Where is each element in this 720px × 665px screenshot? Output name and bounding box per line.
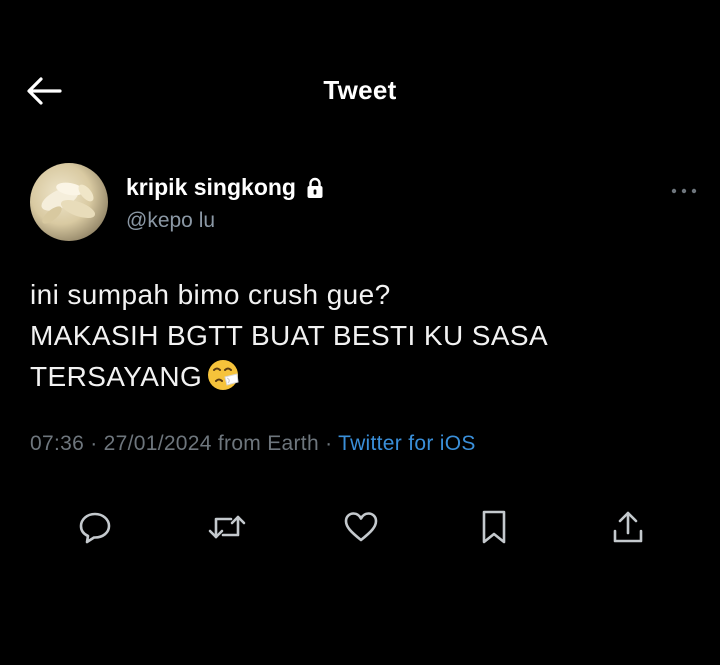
tweet-line: ini sumpah bimo crush gue? [30,279,391,310]
bookmark-icon [482,510,506,544]
page-title: Tweet [323,75,397,105]
more-horizontal-icon [671,188,697,194]
meta-separator: · [90,432,98,455]
sneezing-face-emoji-icon [206,358,240,403]
share-icon [613,511,643,543]
avatar-image [41,182,96,224]
author-name-link[interactable]: kripik singkong [126,174,324,201]
tweet-line: MAKASIH BGTT BUAT BESTI KU SASA [30,320,549,351]
tweet-meta: 07:36 · 27/01/2024 from Earth · Twitter … [30,432,476,456]
tweet-actions [0,505,720,551]
more-options-button[interactable] [668,184,700,198]
tweet-time: 07:36 [30,432,85,455]
author-display-name: kripik singkong [126,174,296,200]
tweet-source-link[interactable]: Twitter for iOS [338,432,476,455]
tweet-date: 27/01/2024 [103,432,212,455]
tweet-line: TERSAYANG [30,361,203,392]
lock-icon [307,177,323,198]
tweet-line-with-emoji: TERSAYANG [30,356,690,403]
avatar[interactable] [30,163,108,241]
author-handle: @kepo lu [126,209,216,232]
tweet-location: from Earth [217,432,319,455]
like-button[interactable] [339,505,383,549]
reply-button[interactable] [73,505,117,549]
share-button[interactable] [606,505,650,549]
tweet-author: kripik singkong @kepo lu [28,160,698,246]
heart-icon [344,512,378,542]
meta-separator: · [325,432,333,455]
retweet-icon [208,515,246,539]
tweet-text: ini sumpah bimo crush gue? MAKASIH BGTT … [30,274,690,403]
reply-icon [79,512,111,544]
bookmark-button[interactable] [472,505,516,549]
top-bar: Tweet [0,0,720,140]
retweet-button[interactable] [205,505,249,549]
